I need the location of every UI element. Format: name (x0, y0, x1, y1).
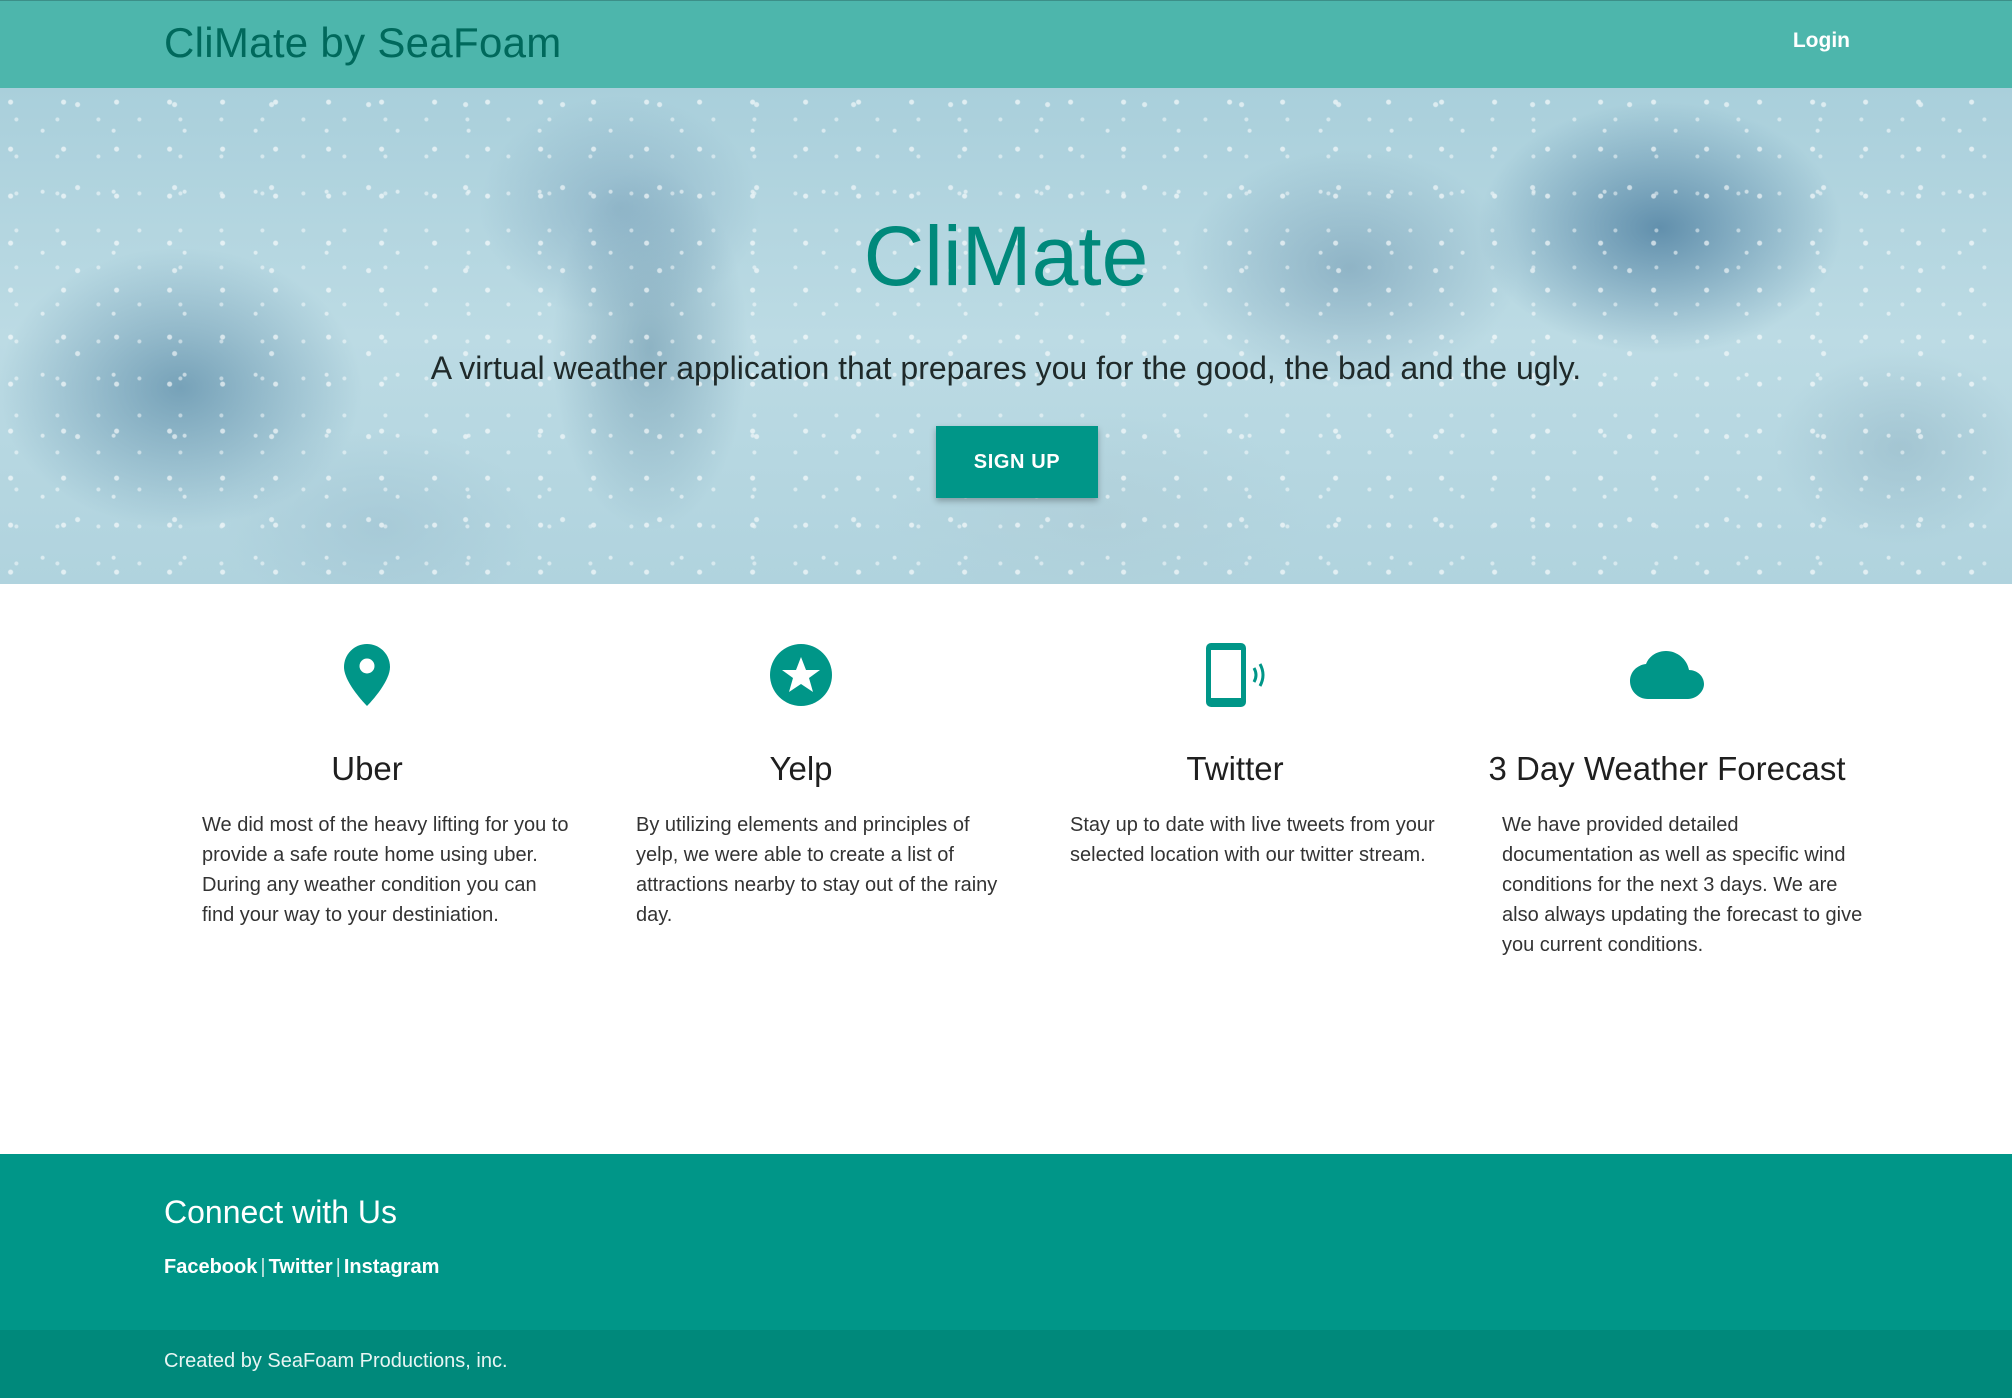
feature-description: We did most of the heavy lifting for you… (202, 814, 569, 926)
top-nav-bar: CliMate by SeaFoam Login (0, 0, 2012, 88)
feature-description: By utilizing elements and principles of … (636, 814, 998, 926)
brand-logo[interactable]: CliMate by SeaFoam (164, 19, 562, 67)
link-separator: | (335, 1256, 341, 1278)
phone-ringing-icon (1050, 640, 1420, 710)
social-links: Facebook | Twitter | Instagram (164, 1256, 439, 1279)
star-circle-icon (616, 640, 986, 710)
hero-background-image (0, 88, 2012, 584)
cloud-icon (1482, 640, 1852, 710)
login-link[interactable]: Login (1793, 29, 1850, 53)
map-pin-icon (182, 640, 552, 710)
link-separator: | (260, 1256, 266, 1278)
twitter-link[interactable]: Twitter (269, 1256, 333, 1278)
sign-up-button[interactable]: SIGN UP (936, 426, 1098, 498)
feature-title: Twitter (1186, 750, 1284, 787)
instagram-link[interactable]: Instagram (344, 1256, 440, 1278)
footer: Connect with Us Facebook | Twitter | Instagr… (0, 1154, 2012, 1330)
copyright-text: Created by SeaFoam Productions, inc. (164, 1350, 508, 1372)
feature-title: 3 Day Weather Forecast (1488, 750, 1846, 787)
hero-subtitle: A virtual weather application that prepa… (430, 350, 1582, 386)
feature-title: Yelp (769, 750, 833, 787)
footer-heading: Connect with Us (164, 1194, 397, 1230)
hero-title: CliMate (863, 209, 1149, 303)
facebook-link[interactable]: Facebook (164, 1256, 257, 1278)
hero-banner: CliMate A virtual weather application th… (0, 88, 2012, 584)
copyright-bar: Created by SeaFoam Productions, inc. (0, 1330, 2012, 1398)
feature-description: Stay up to date with live tweets from yo… (1070, 814, 1435, 866)
feature-title: Uber (331, 750, 403, 787)
feature-description: We have provided detailed documentation … (1502, 814, 1863, 956)
